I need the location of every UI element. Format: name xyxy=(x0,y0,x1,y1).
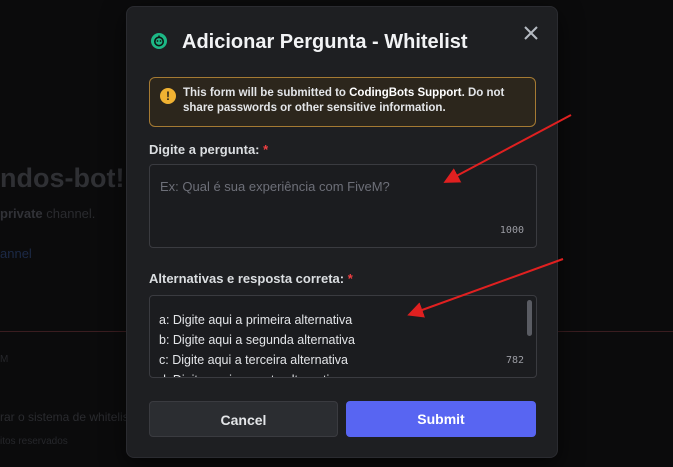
whitelist-question-modal: Adicionar Pergunta - Whitelist ! This fo… xyxy=(126,6,558,458)
character-counter: 782 xyxy=(505,355,524,366)
character-counter: 1000 xyxy=(499,225,524,236)
alternative-line: d: Digite aqui a quarta alternativa xyxy=(159,370,355,377)
alternative-line: b: Digite aqui a segunda alternativa xyxy=(159,333,355,347)
alternatives-label: Alternativas e resposta correta: * xyxy=(149,271,353,286)
embed-description: rar o sistema de whitelis xyxy=(0,410,129,424)
modal-title: Adicionar Pergunta - Whitelist xyxy=(182,31,468,53)
alternative-line: c: Digite aqui a terceira alternativa xyxy=(159,353,348,367)
warning-icon: ! xyxy=(160,88,176,104)
message-label: M xyxy=(0,354,9,365)
channel-welcome-title: ndos-bot! xyxy=(0,163,125,193)
scrollbar-thumb[interactable] xyxy=(527,300,532,336)
question-input[interactable]: Ex: Qual é sua experiência com FiveM? 10… xyxy=(149,164,537,248)
alternatives-text: a: Digite aqui a primeira alternativa b:… xyxy=(159,310,355,377)
close-icon[interactable] xyxy=(521,23,541,43)
notice-text: This form will be submitted to CodingBot… xyxy=(183,87,505,114)
alternatives-input[interactable]: a: Digite aqui a primeira alternativa b:… xyxy=(149,295,537,378)
question-placeholder: Ex: Qual é sua experiência com FiveM? xyxy=(160,179,390,194)
embed-footer: itos reservados xyxy=(0,436,68,447)
modal-header: Adicionar Pergunta - Whitelist xyxy=(127,7,557,77)
submit-button[interactable]: Submit xyxy=(346,401,536,437)
question-label: Digite a pergunta: * xyxy=(149,142,269,157)
privacy-notice: ! This form will be submitted to CodingB… xyxy=(149,77,536,127)
channel-link: annel xyxy=(0,246,32,261)
bot-avatar-icon xyxy=(151,33,167,49)
alternative-line: a: Digite aqui a primeira alternativa xyxy=(159,313,353,327)
cancel-button[interactable]: Cancel xyxy=(149,401,338,437)
channel-subtitle: private channel. xyxy=(0,206,96,221)
